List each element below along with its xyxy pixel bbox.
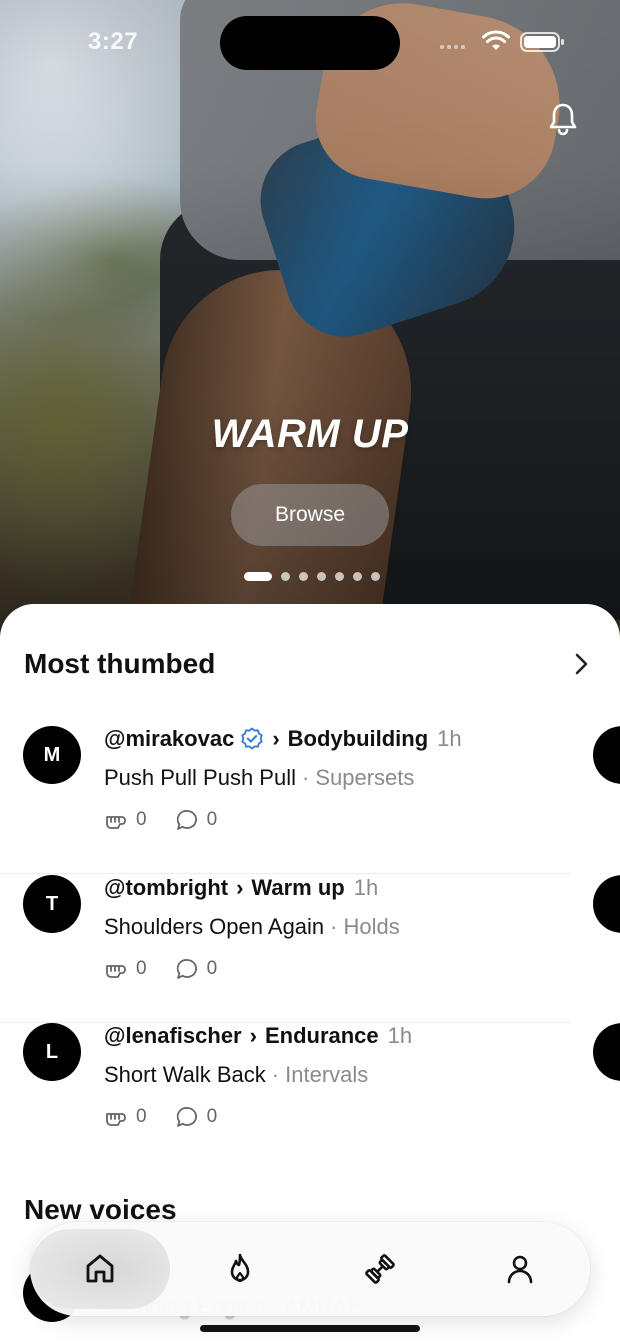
author-handle[interactable]: @lenafischer — [104, 1023, 242, 1049]
comments-count: 0 — [206, 809, 218, 830]
post-stats: 0 0 — [104, 1105, 245, 1129]
comments-button[interactable]: 0 — [175, 1105, 218, 1129]
chevron-right-icon — [575, 653, 588, 675]
page-dot[interactable] — [371, 572, 380, 581]
feed-row[interactable]: T @tombright › Warm up 1h Shoulders Open… — [0, 875, 570, 1023]
avatar[interactable]: L — [23, 1023, 81, 1081]
dynamic-island — [220, 16, 400, 70]
hero-banner[interactable]: WARM UP Browse — [0, 0, 620, 660]
comments-button[interactable]: 0 — [175, 957, 218, 981]
browse-button[interactable]: Browse — [231, 484, 389, 546]
workout-type: Intervals — [285, 1062, 369, 1087]
comments-count: 0 — [206, 1106, 218, 1127]
post-time: 1h — [387, 1023, 413, 1048]
category-link[interactable]: Endurance — [265, 1023, 379, 1049]
wifi-icon — [482, 30, 510, 50]
category-link[interactable]: Warm up — [251, 875, 344, 901]
battery-icon — [520, 32, 564, 52]
dot-separator: · — [330, 914, 338, 939]
thumbs-count: 0 — [136, 1106, 147, 1127]
breadcrumb-separator: › — [249, 1023, 257, 1048]
post-meta: @tombright › Warm up 1h — [104, 875, 378, 901]
comment-bubble-icon — [176, 959, 197, 979]
category-link[interactable]: Bodybuilding — [288, 726, 429, 752]
dot-separator: · — [302, 765, 310, 790]
page-dot-active[interactable] — [244, 572, 272, 581]
thumbs-button[interactable]: 0 — [104, 1105, 147, 1129]
feed-row[interactable]: L @lenafischer › Endurance 1h Short Walk… — [0, 1023, 570, 1171]
verified-badge-icon — [241, 727, 263, 750]
avatar[interactable]: M — [23, 726, 81, 784]
post-meta: @mirakovac › Bodybuilding 1h — [104, 726, 462, 752]
page-dot[interactable] — [317, 572, 326, 581]
fist-bump-icon — [106, 965, 126, 978]
post-time: 1h — [437, 726, 462, 751]
workout-type: Supersets — [315, 765, 415, 790]
post-time: 1h — [353, 875, 379, 900]
most-thumbed-header: Most thumbed — [24, 648, 596, 680]
author-handle[interactable]: @tombright — [104, 875, 228, 901]
dumbbell-icon — [365, 1254, 395, 1284]
tab-bar — [30, 1222, 590, 1316]
next-column-avatar[interactable] — [593, 726, 620, 784]
tab-workouts[interactable] — [330, 1229, 430, 1309]
page-dot[interactable] — [335, 572, 344, 581]
page-dot[interactable] — [299, 572, 308, 581]
author-handle[interactable]: @mirakovac — [104, 726, 234, 752]
thumbs-count: 0 — [136, 958, 147, 979]
tab-trending[interactable] — [190, 1229, 290, 1309]
flame-icon — [230, 1253, 250, 1283]
thumbs-button[interactable]: 0 — [104, 808, 147, 832]
person-icon — [507, 1255, 533, 1284]
workout-title-line[interactable]: Shoulders Open Again · Holds — [104, 914, 400, 940]
thumbs-button[interactable]: 0 — [104, 957, 147, 981]
thumbs-count: 0 — [136, 809, 147, 830]
workout-title: Push Pull Push Pull — [104, 765, 296, 790]
cellular-signal-icon — [440, 45, 465, 49]
workout-type: Holds — [343, 914, 400, 939]
post-stats: 0 0 — [104, 808, 245, 832]
page-dot[interactable] — [353, 572, 362, 581]
tab-profile[interactable] — [470, 1229, 570, 1309]
section-title: Most thumbed — [24, 648, 216, 679]
notifications-button[interactable] — [540, 96, 586, 142]
next-column-avatar[interactable] — [593, 875, 620, 933]
comment-bubble-icon — [176, 810, 197, 830]
breadcrumb-separator: › — [272, 726, 280, 751]
next-column-avatar[interactable] — [593, 1023, 620, 1081]
comments-button[interactable]: 0 — [175, 808, 218, 832]
comment-bubble-icon — [176, 1107, 197, 1127]
hero-title: WARM UP — [211, 412, 409, 456]
tab-home[interactable] — [30, 1229, 170, 1309]
status-time: 3:27 — [88, 28, 139, 55]
page-dot[interactable] — [281, 572, 290, 581]
fist-bump-icon — [106, 816, 126, 829]
avatar[interactable]: T — [23, 875, 81, 933]
breadcrumb-separator: › — [236, 875, 244, 900]
see-all-button[interactable] — [566, 649, 596, 679]
workout-title: Shoulders Open Again — [104, 914, 325, 939]
post-meta: @lenafischer › Endurance 1h — [104, 1023, 412, 1049]
hero-overlay — [0, 0, 620, 660]
workout-title-line[interactable]: Short Walk Back · Intervals — [104, 1062, 368, 1088]
bell-icon — [549, 103, 577, 136]
dot-separator: · — [271, 1062, 280, 1087]
post-stats: 0 0 — [104, 957, 245, 981]
home-indicator[interactable] — [200, 1325, 420, 1332]
home-icon — [86, 1254, 114, 1283]
fist-bump-icon — [106, 1113, 126, 1126]
workout-title-line[interactable]: Push Pull Push Pull · Supersets — [104, 765, 414, 791]
hero-page-indicator[interactable] — [244, 572, 380, 581]
workout-title: Short Walk Back — [104, 1062, 266, 1087]
comments-count: 0 — [206, 958, 218, 979]
feed-row[interactable]: M @mirakovac › Bodybuilding 1h Push Pull… — [0, 726, 570, 874]
